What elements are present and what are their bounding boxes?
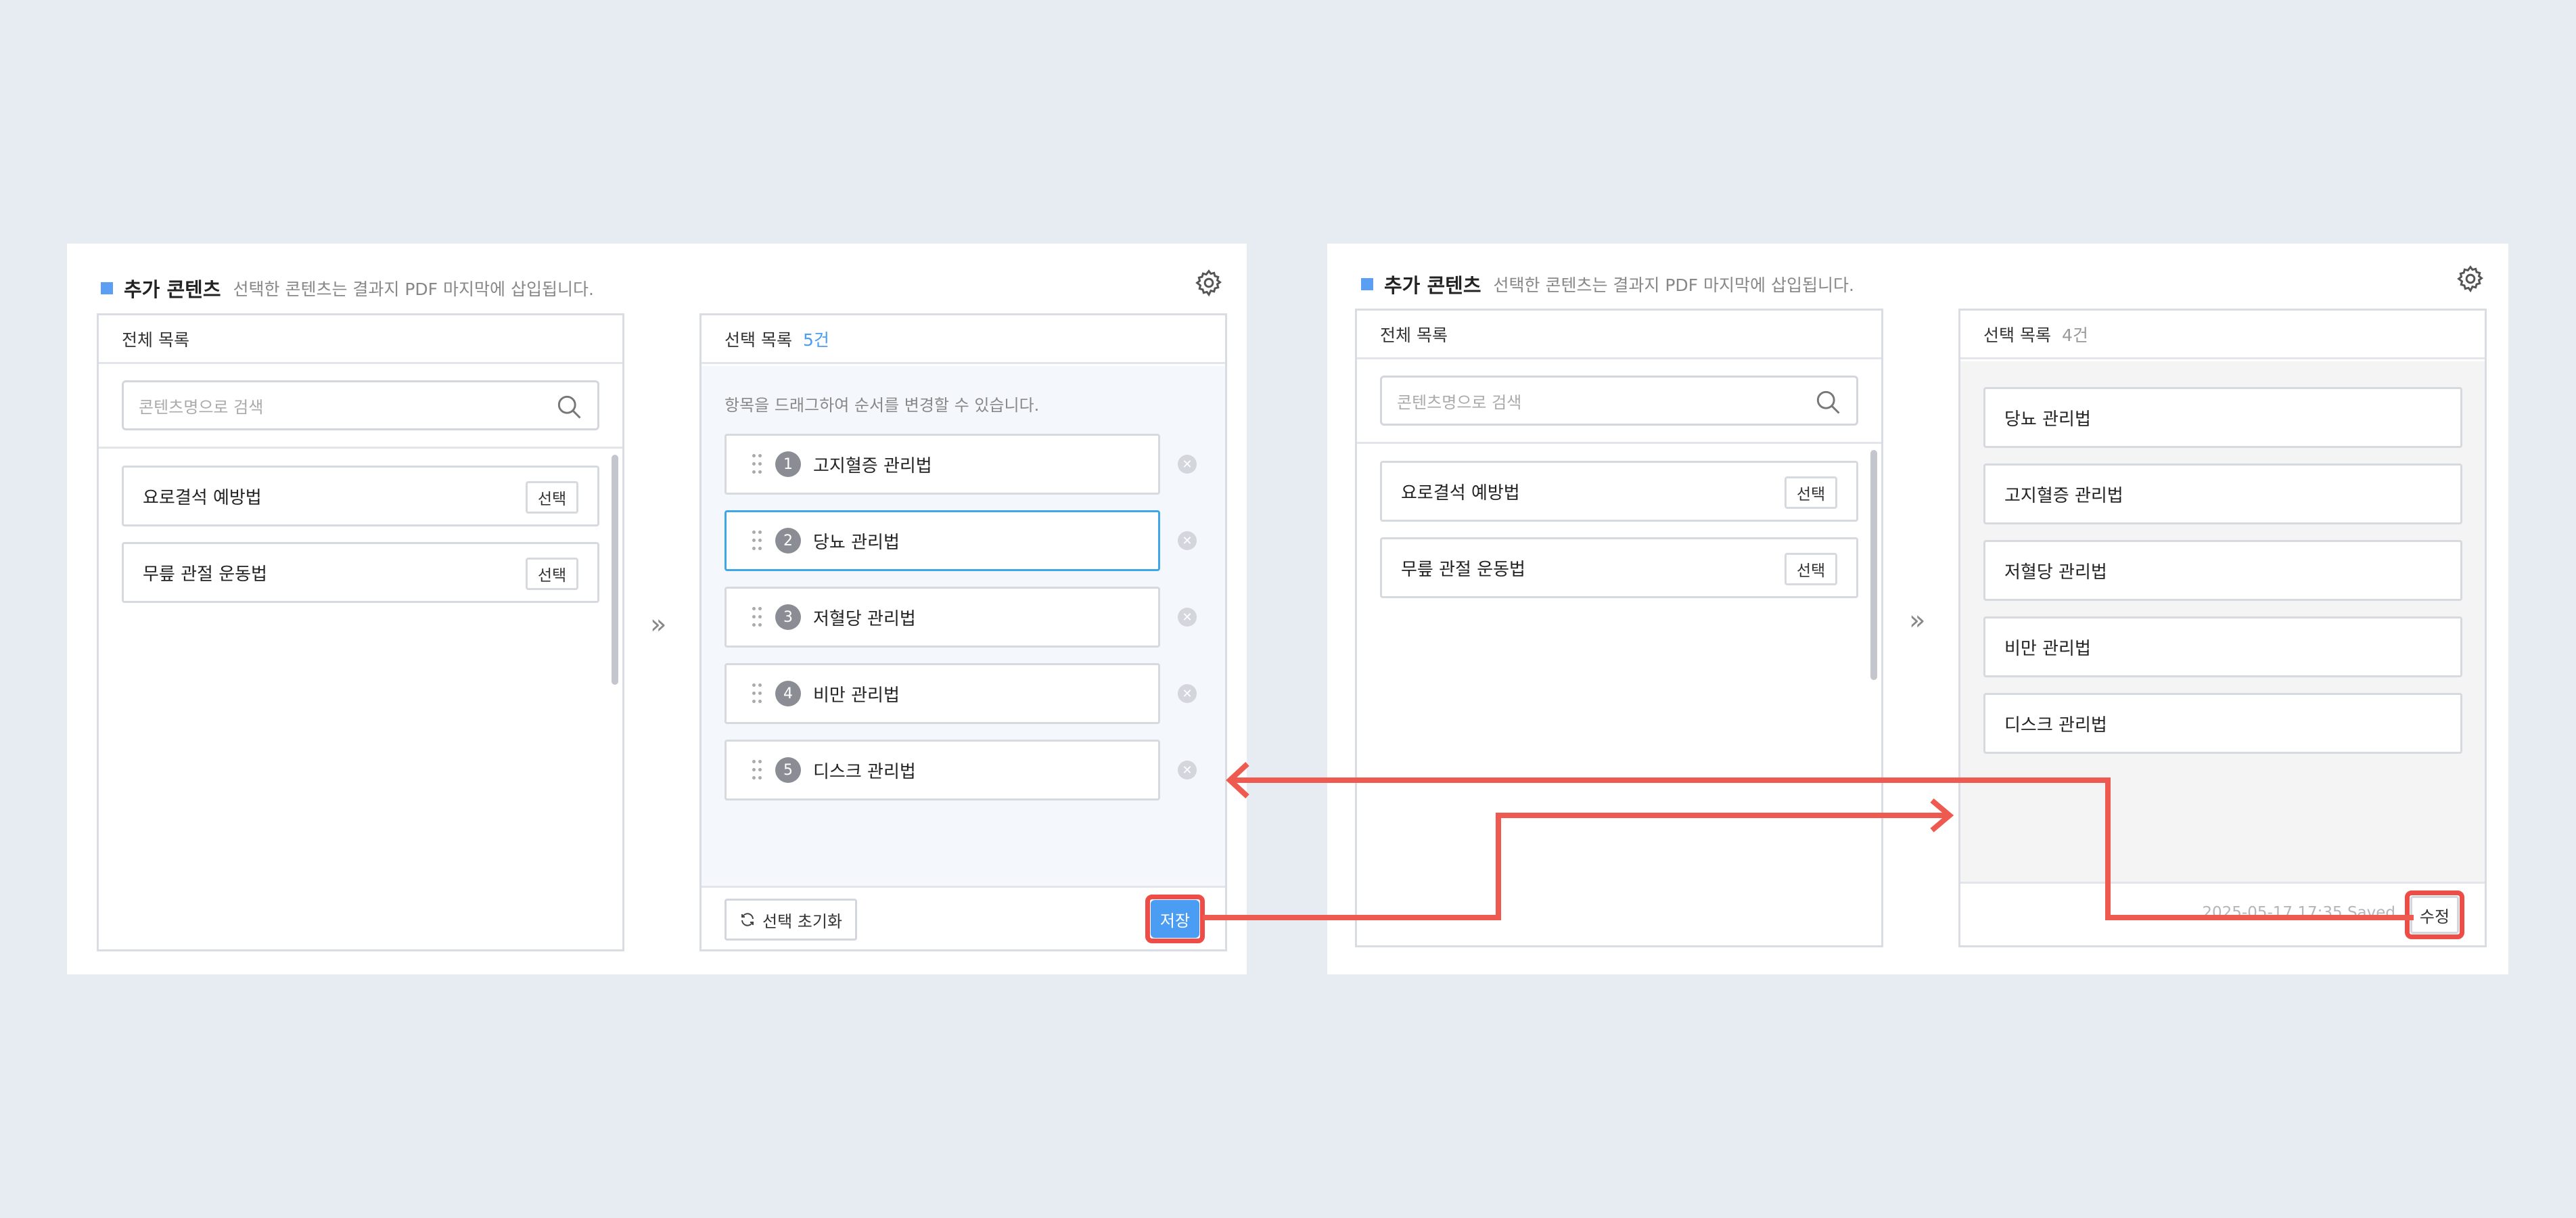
order-number-badge: 3 (775, 604, 801, 630)
selected-item[interactable]: 3 저혈당 관리법 (724, 587, 1160, 648)
all-list-title: 전체 목록 (122, 330, 189, 350)
selected-item[interactable]: 2 당뇨 관리법 (724, 510, 1160, 571)
selected-item: 당뇨 관리법 (1983, 387, 2462, 448)
selected-item-label: 디스크 관리법 (813, 761, 916, 782)
selected-item-label: 당뇨 관리법 (2004, 409, 2091, 430)
order-number-badge: 4 (775, 681, 801, 706)
search-icon[interactable] (554, 392, 584, 422)
drag-hint: 항목을 드래그하여 순서를 변경할 수 있습니다. (724, 396, 1040, 415)
search-input[interactable]: 콘텐츠명으로 검색 (122, 380, 599, 430)
selected-list-body: 항목을 드래그하여 순서를 변경할 수 있습니다. 1 고지혈증 관리법 ✕ 2… (702, 366, 1225, 886)
order-number-badge: 1 (775, 451, 801, 477)
search-input[interactable]: 콘텐츠명으로 검색 (1380, 376, 1858, 426)
saved-timestamp: 2025-05-17 17:35 Saved (2202, 904, 2395, 922)
all-list-panel: 전체 목록 콘텐츠명으로 검색 요로결석 예방법 선택 무릎 관절 운동법 선택 (97, 313, 624, 951)
search-placeholder: 콘텐츠명으로 검색 (1397, 392, 1522, 412)
selected-count: 5건 (802, 330, 829, 350)
scrollbar[interactable] (1870, 450, 1877, 680)
all-list-panel: 전체 목록 콘텐츠명으로 검색 요로결석 예방법 선택 무릎 관절 운동법 선택 (1355, 309, 1883, 947)
selected-item-label: 비만 관리법 (2004, 638, 2091, 659)
card-header: 추가 콘텐츠 선택한 콘텐츠는 결과지 PDF 마지막에 삽입됩니다. (101, 268, 594, 309)
remove-icon[interactable]: ✕ (1178, 684, 1197, 703)
content-card-before: 추가 콘텐츠 선택한 콘텐츠는 결과지 PDF 마지막에 삽입됩니다. 전체 목… (67, 244, 1247, 974)
selected-list-title: 선택 목록 (724, 330, 792, 350)
remove-icon[interactable]: ✕ (1178, 531, 1197, 550)
selected-item: 고지혈증 관리법 (1983, 464, 2462, 524)
card-description: 선택한 콘텐츠는 결과지 PDF 마지막에 삽입됩니다. (1493, 275, 1854, 295)
selected-item: 저혈당 관리법 (1983, 540, 2462, 601)
select-button[interactable]: 선택 (1785, 476, 1837, 509)
list-divider (99, 447, 622, 449)
save-highlight (1145, 895, 1205, 943)
refresh-icon (741, 913, 754, 926)
list-item: 무릎 관절 운동법 선택 (122, 542, 599, 603)
selected-item[interactable]: 5 디스크 관리법 (724, 740, 1160, 800)
list-item: 무릎 관절 운동법 선택 (1380, 537, 1858, 598)
drag-handle-icon[interactable] (752, 683, 763, 704)
remove-icon[interactable]: ✕ (1178, 761, 1197, 780)
selected-item: 비만 관리법 (1983, 616, 2462, 677)
drag-handle-icon[interactable] (752, 607, 763, 627)
selected-item-label: 고지혈증 관리법 (2004, 485, 2123, 506)
select-button[interactable]: 선택 (526, 481, 578, 514)
selected-list-header: 선택 목록 5건 (702, 315, 1225, 364)
all-list-header: 전체 목록 (99, 315, 622, 364)
selected-list-footer: 선택 초기화 저장 (702, 886, 1225, 949)
selected-item-label: 저혈당 관리법 (813, 608, 916, 629)
gear-icon[interactable] (1194, 268, 1224, 298)
select-button[interactable]: 선택 (1785, 553, 1837, 585)
selected-item: 디스크 관리법 (1983, 693, 2462, 754)
scrollbar[interactable] (612, 455, 618, 685)
all-list-header: 전체 목록 (1357, 311, 1881, 359)
selected-item-label: 당뇨 관리법 (813, 532, 900, 553)
card-title: 추가 콘텐츠 (124, 278, 221, 301)
selected-item-label: 고지혈증 관리법 (813, 455, 932, 476)
drag-handle-icon[interactable] (752, 531, 763, 551)
drag-handle-icon[interactable] (752, 760, 763, 780)
selected-item-label: 비만 관리법 (813, 685, 900, 706)
list-item: 요로결석 예방법 선택 (1380, 461, 1858, 522)
selected-list-header: 선택 목록 4건 (1960, 311, 2485, 359)
selected-list-panel: 선택 목록 5건 항목을 드래그하여 순서를 변경할 수 있습니다. 1 고지혈… (699, 313, 1227, 951)
chevron-double-right-icon: » (1909, 605, 1926, 636)
selected-item[interactable]: 1 고지혈증 관리법 (724, 434, 1160, 495)
edit-highlight (2405, 890, 2464, 939)
header-square-icon (101, 282, 113, 294)
list-item-label: 요로결석 예방법 (1401, 482, 1520, 503)
selected-list-title: 선택 목록 (1983, 325, 2051, 345)
gear-icon[interactable] (2456, 264, 2485, 294)
chevron-double-right-icon: » (650, 609, 667, 640)
all-list-title: 전체 목록 (1380, 325, 1448, 345)
selected-item-label: 디스크 관리법 (2004, 715, 2107, 736)
reset-label: 선택 초기화 (762, 911, 843, 931)
selected-count: 4건 (2061, 325, 2088, 345)
selected-item[interactable]: 4 비만 관리법 (724, 663, 1160, 724)
list-item-label: 요로결석 예방법 (143, 487, 262, 508)
search-icon[interactable] (1813, 387, 1843, 417)
order-number-badge: 5 (775, 757, 801, 783)
list-item-label: 무릎 관절 운동법 (143, 564, 267, 585)
card-header: 추가 콘텐츠 선택한 콘텐츠는 결과지 PDF 마지막에 삽입됩니다. (1361, 264, 1854, 304)
card-description: 선택한 콘텐츠는 결과지 PDF 마지막에 삽입됩니다. (233, 279, 594, 299)
remove-icon[interactable]: ✕ (1178, 608, 1197, 627)
header-square-icon (1361, 278, 1373, 290)
selected-list-panel: 선택 목록 4건 당뇨 관리법 고지혈증 관리법 저혈당 관리법 비만 관리법 … (1958, 309, 2487, 947)
list-item-label: 무릎 관절 운동법 (1401, 559, 1525, 580)
select-button[interactable]: 선택 (526, 558, 578, 590)
order-number-badge: 2 (775, 528, 801, 554)
list-item: 요로결석 예방법 선택 (122, 466, 599, 526)
selected-list-footer: 2025-05-17 17:35 Saved 수정 (1960, 882, 2485, 945)
remove-icon[interactable]: ✕ (1178, 455, 1197, 474)
list-divider (1357, 442, 1881, 444)
reset-selection-button[interactable]: 선택 초기화 (724, 899, 857, 941)
search-placeholder: 콘텐츠명으로 검색 (139, 397, 264, 417)
drag-handle-icon[interactable] (752, 454, 763, 474)
card-title: 추가 콘텐츠 (1384, 274, 1481, 297)
selected-item-label: 저혈당 관리법 (2004, 562, 2107, 583)
content-card-after: 추가 콘텐츠 선택한 콘텐츠는 결과지 PDF 마지막에 삽입됩니다. 전체 목… (1327, 244, 2508, 974)
selected-list-body: 당뇨 관리법 고지혈증 관리법 저혈당 관리법 비만 관리법 디스크 관리법 (1960, 361, 2485, 882)
